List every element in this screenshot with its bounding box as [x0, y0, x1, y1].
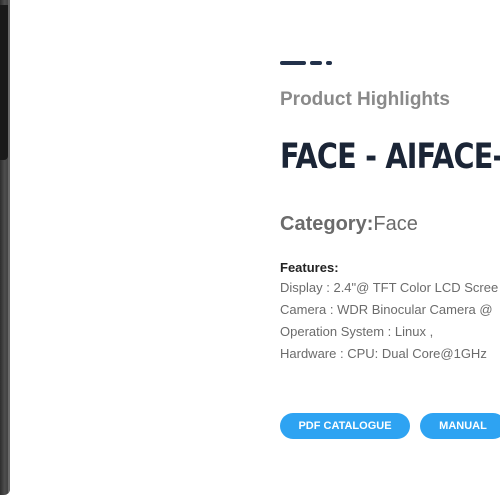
manual-button[interactable]: MANUAL — [420, 413, 500, 439]
feature-camera: Camera : WDR Binocular Camera @ — [280, 302, 493, 317]
product-title: FACE - AIFACE- — [280, 137, 500, 177]
product-image — [0, 0, 10, 495]
device-edge — [8, 0, 10, 495]
feature-hardware: Hardware : CPU: Dual Core@1GHz — [280, 346, 487, 361]
product-category: Category:Face — [280, 213, 418, 236]
category-value: Face — [373, 213, 418, 235]
category-label: Category: — [280, 213, 374, 235]
device-screen — [0, 5, 8, 160]
pdf-catalogue-button[interactable]: PDF CATALOGUE — [280, 413, 410, 439]
dash-long — [280, 61, 306, 65]
dash-medium — [310, 61, 322, 65]
dash-short — [326, 61, 332, 65]
feature-display: Display : 2.4"@ TFT Color LCD Scree — [280, 280, 499, 295]
section-eyebrow: Product Highlights — [280, 89, 450, 110]
features-heading: Features: — [280, 260, 339, 275]
feature-os: Operation System : Linux , — [280, 324, 434, 339]
